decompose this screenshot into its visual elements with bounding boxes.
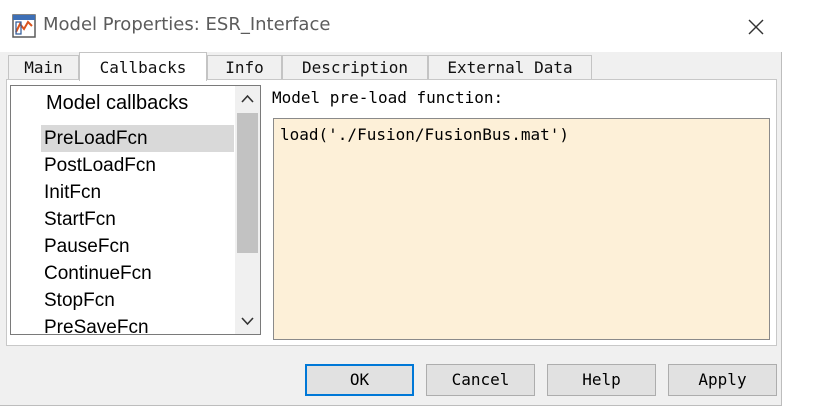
title-bar[interactable]: Model Properties: ESR_Interface bbox=[0, 0, 782, 52]
list-header: Model callbacks bbox=[46, 92, 189, 114]
list-item-pausefcn[interactable]: PauseFcn bbox=[41, 233, 234, 260]
function-label: Model pre-load function: bbox=[272, 88, 504, 107]
tab-callbacks[interactable]: Callbacks bbox=[79, 52, 207, 81]
tab-main[interactable]: Main bbox=[8, 55, 79, 79]
list-item-presavefcn[interactable]: PreSaveFcn bbox=[41, 314, 234, 334]
list-item-stopfcn[interactable]: StopFcn bbox=[41, 287, 234, 314]
chevron-up-icon[interactable] bbox=[235, 86, 260, 112]
ok-button[interactable]: OK bbox=[305, 364, 414, 396]
help-button[interactable]: Help bbox=[547, 364, 656, 396]
tab-info[interactable]: Info bbox=[207, 55, 282, 79]
simulink-model-icon bbox=[12, 14, 36, 38]
apply-button[interactable]: Apply bbox=[668, 364, 777, 396]
list-item-initfcn[interactable]: InitFcn bbox=[41, 179, 234, 206]
list-item-continuefcn[interactable]: ContinueFcn bbox=[41, 260, 234, 287]
window-title: Model Properties: ESR_Interface bbox=[43, 14, 331, 35]
callbacks-panel: Model callbacks PreLoadFcn PostLoadFcn I… bbox=[6, 79, 777, 346]
tab-description[interactable]: Description bbox=[282, 55, 428, 79]
list-item-preloadfcn[interactable]: PreLoadFcn bbox=[41, 125, 234, 152]
model-properties-dialog: Model Properties: ESR_Interface Main Cal… bbox=[0, 0, 782, 406]
close-icon[interactable] bbox=[740, 12, 772, 42]
callbacks-list[interactable]: Model callbacks PreLoadFcn PostLoadFcn I… bbox=[10, 85, 261, 335]
tab-external-data[interactable]: External Data bbox=[428, 55, 592, 79]
list-item-postloadfcn[interactable]: PostLoadFcn bbox=[41, 152, 234, 179]
preload-function-editor[interactable]: load('./Fusion/FusionBus.mat') bbox=[273, 118, 770, 340]
chevron-down-icon[interactable] bbox=[235, 308, 260, 334]
cancel-button[interactable]: Cancel bbox=[426, 364, 535, 396]
scrollbar-thumb[interactable] bbox=[237, 113, 258, 253]
list-scrollbar[interactable] bbox=[235, 86, 260, 334]
list-item-startfcn[interactable]: StartFcn bbox=[41, 206, 234, 233]
